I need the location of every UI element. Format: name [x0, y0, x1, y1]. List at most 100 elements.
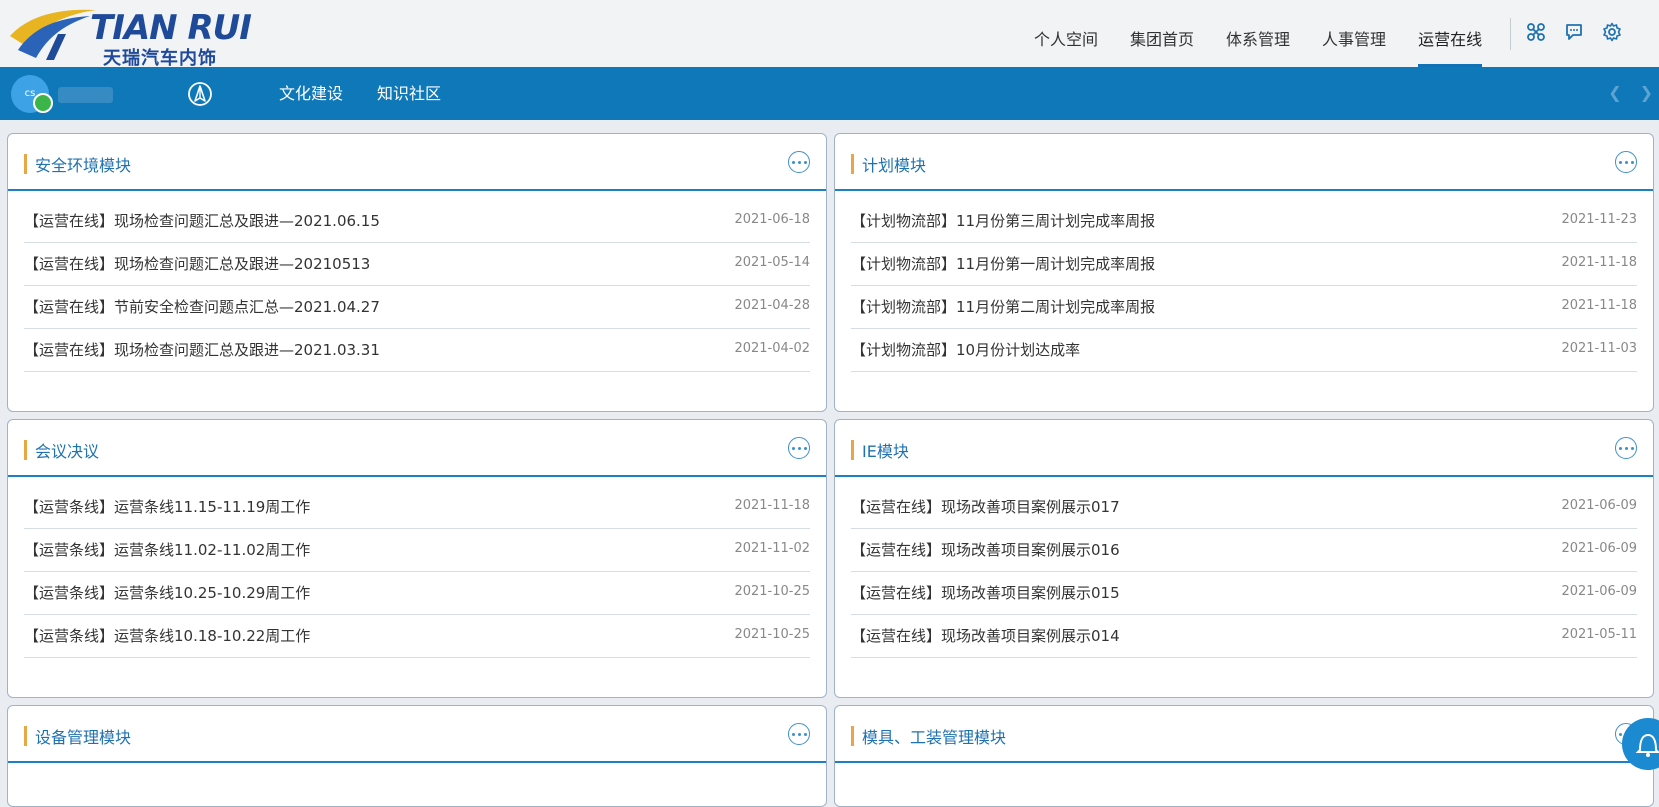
notification-bell-icon[interactable]: [1622, 718, 1659, 770]
panel-title: 模具、工装管理模块: [862, 728, 1007, 747]
panel-title-accent: [851, 726, 854, 746]
list-item[interactable]: 【计划物流部】11月份第二周计划完成率周报 2021-11-18: [851, 286, 1637, 329]
panel-list: 【运营条线】运营条线11.15-11.19周工作 2021-11-18 【运营条线…: [24, 486, 810, 658]
panel-list: 【运营在线】现场改善项目案例展示017 2021-06-09 【运营在线】现场改善…: [851, 486, 1637, 658]
panel-header: 会议决议: [8, 420, 826, 477]
list-item[interactable]: 【运营条线】运营条线11.02-11.02周工作 2021-11-02: [24, 529, 810, 572]
list-item-date: 2021-06-09: [1561, 498, 1637, 513]
list-item-date: 2021-11-18: [1561, 255, 1637, 270]
panel-header: IE模块: [835, 420, 1653, 477]
panel-title-accent: [851, 154, 854, 174]
more-icon[interactable]: [788, 151, 810, 173]
sub-nav-bar: cs 文化建设 知识社区 ❮ ❯: [0, 67, 1659, 120]
top-divider: [1510, 18, 1511, 50]
panel-title-accent: [851, 440, 854, 460]
panel-planning: 计划模块 【计划物流部】11月份第三周计划完成率周报 2021-11-23 【计划…: [834, 133, 1654, 412]
list-item[interactable]: 【运营在线】现场改善项目案例展示017 2021-06-09: [851, 486, 1637, 529]
list-item-title: 【运营在线】现场检查问题汇总及跟进—2021.03.31: [24, 341, 380, 359]
list-item-title: 【运营在线】节前安全检查问题点汇总—2021.04.27: [24, 298, 380, 316]
compass-icon[interactable]: [187, 81, 213, 107]
list-item[interactable]: 【计划物流部】10月份计划达成率 2021-11-03: [851, 329, 1637, 372]
list-item[interactable]: 【计划物流部】11月份第一周计划完成率周报 2021-11-18: [851, 243, 1637, 286]
list-item[interactable]: 【运营在线】现场检查问题汇总及跟进—2021.03.31 2021-04-02: [24, 329, 810, 372]
panel-header: 设备管理模块: [8, 706, 826, 763]
list-item[interactable]: 【运营在线】现场检查问题汇总及跟进—2021.06.15 2021-06-18: [24, 200, 810, 243]
brand-name-en: TIAN RUI: [90, 8, 252, 48]
list-item-date: 2021-10-25: [734, 627, 810, 642]
top-header: TIAN RUI 天瑞汽车内饰 个人空间 集团首页 体系管理 人事管理 运营在线: [0, 0, 1659, 69]
more-icon[interactable]: [1615, 151, 1637, 173]
chat-icon[interactable]: [1562, 20, 1586, 44]
top-nav-hr-management[interactable]: 人事管理: [1306, 0, 1402, 67]
brand-logo[interactable]: TIAN RUI 天瑞汽车内饰: [8, 6, 258, 69]
panel-equipment-management: 设备管理模块: [7, 705, 827, 807]
top-nav-group-home[interactable]: 集团首页: [1114, 0, 1210, 67]
list-item-title: 【运营在线】现场改善项目案例展示016: [851, 541, 1120, 559]
list-item-date: 2021-06-09: [1561, 541, 1637, 556]
list-item-title: 【计划物流部】11月份第二周计划完成率周报: [851, 298, 1156, 316]
list-item[interactable]: 【运营条线】运营条线11.15-11.19周工作 2021-11-18: [24, 486, 810, 529]
panel-title: 设备管理模块: [35, 728, 132, 747]
nav-arrows: ❮ ❯: [1608, 83, 1653, 102]
list-item-date: 2021-11-02: [734, 541, 810, 556]
panel-ie: IE模块 【运营在线】现场改善项目案例展示017 2021-06-09 【运营在线…: [834, 419, 1654, 698]
panel-title: IE模块: [862, 442, 909, 461]
list-item[interactable]: 【计划物流部】11月份第三周计划完成率周报 2021-11-23: [851, 200, 1637, 243]
top-nav-operations-online[interactable]: 运营在线: [1402, 0, 1498, 67]
panel-title-accent: [24, 440, 27, 460]
sub-nav-culture[interactable]: 文化建设: [262, 67, 360, 120]
online-check-icon: [33, 93, 53, 113]
sub-nav-knowledge[interactable]: 知识社区: [360, 67, 458, 120]
list-item-date: 2021-10-25: [734, 584, 810, 599]
list-item-title: 【运营在线】现场检查问题汇总及跟进—20210513: [24, 255, 371, 273]
list-item-title: 【计划物流部】11月份第一周计划完成率周报: [851, 255, 1156, 273]
panel-mold-tooling-management: 模具、工装管理模块: [834, 705, 1654, 807]
top-nav: 个人空间 集团首页 体系管理 人事管理 运营在线: [1018, 0, 1498, 67]
panel-header: 模具、工装管理模块: [835, 706, 1653, 763]
panel-title-accent: [24, 726, 27, 746]
chevron-right-icon[interactable]: ❯: [1640, 83, 1653, 102]
list-item-title: 【运营在线】现场改善项目案例展示017: [851, 498, 1120, 516]
user-name-blurred: [58, 87, 113, 103]
panel-title-accent: [24, 154, 27, 174]
more-icon[interactable]: [788, 437, 810, 459]
top-nav-personal-space[interactable]: 个人空间: [1018, 0, 1114, 67]
panel-meeting-resolutions: 会议决议 【运营条线】运营条线11.15-11.19周工作 2021-11-18 …: [7, 419, 827, 698]
top-nav-system-management[interactable]: 体系管理: [1210, 0, 1306, 67]
apps-icon[interactable]: [1524, 20, 1548, 44]
panel-list: 【计划物流部】11月份第三周计划完成率周报 2021-11-23 【计划物流部】1…: [851, 200, 1637, 372]
top-icons: [1524, 20, 1624, 44]
list-item[interactable]: 【运营在线】节前安全检查问题点汇总—2021.04.27 2021-04-28: [24, 286, 810, 329]
list-item-title: 【运营在线】现场检查问题汇总及跟进—2021.06.15: [24, 212, 380, 230]
sub-nav: 文化建设 知识社区: [262, 67, 458, 120]
list-item[interactable]: 【运营条线】运营条线10.18-10.22周工作 2021-10-25: [24, 615, 810, 658]
list-item[interactable]: 【运营在线】现场检查问题汇总及跟进—20210513 2021-05-14: [24, 243, 810, 286]
panel-title: 计划模块: [862, 156, 927, 175]
list-item-title: 【计划物流部】10月份计划达成率: [851, 341, 1081, 359]
settings-icon[interactable]: [1600, 20, 1624, 44]
list-item-date: 2021-06-09: [1561, 584, 1637, 599]
list-item-date: 2021-05-14: [734, 255, 810, 270]
panel-title: 会议决议: [35, 442, 100, 461]
panel-safety-environment: 安全环境模块 【运营在线】现场检查问题汇总及跟进—2021.06.15 2021-…: [7, 133, 827, 412]
list-item[interactable]: 【运营在线】现场改善项目案例展示016 2021-06-09: [851, 529, 1637, 572]
chevron-left-icon[interactable]: ❮: [1608, 83, 1621, 102]
list-item-date: 2021-11-18: [734, 498, 810, 513]
list-item[interactable]: 【运营在线】现场改善项目案例展示015 2021-06-09: [851, 572, 1637, 615]
list-item[interactable]: 【运营在线】现场改善项目案例展示014 2021-05-11: [851, 615, 1637, 658]
list-item-date: 2021-11-18: [1561, 298, 1637, 313]
list-item-title: 【运营条线】运营条线10.25-10.29周工作: [24, 584, 311, 602]
list-item-title: 【计划物流部】11月份第三周计划完成率周报: [851, 212, 1156, 230]
list-item-title: 【运营条线】运营条线11.15-11.19周工作: [24, 498, 311, 516]
list-item[interactable]: 【运营条线】运营条线10.25-10.29周工作 2021-10-25: [24, 572, 810, 615]
panel-header: 计划模块: [835, 134, 1653, 191]
list-item-date: 2021-11-03: [1561, 341, 1637, 356]
list-item-date: 2021-11-23: [1561, 212, 1637, 227]
more-icon[interactable]: [788, 723, 810, 745]
list-item-date: 2021-05-11: [1561, 627, 1637, 642]
list-item-date: 2021-04-02: [734, 341, 810, 356]
panel-title: 安全环境模块: [35, 156, 132, 175]
more-icon[interactable]: [1615, 437, 1637, 459]
avatar[interactable]: cs: [11, 75, 53, 113]
list-item-title: 【运营条线】运营条线11.02-11.02周工作: [24, 541, 311, 559]
